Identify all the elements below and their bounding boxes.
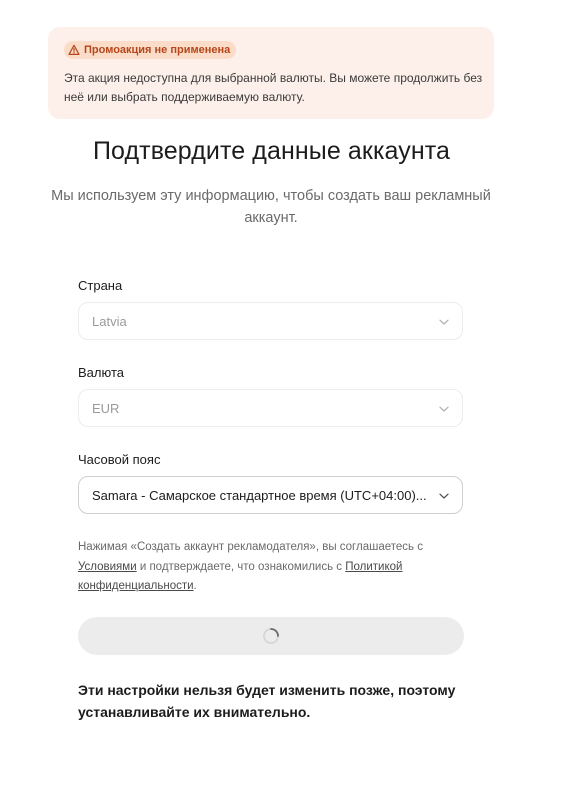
country-select[interactable]: Latvia [78, 302, 463, 340]
chevron-down-icon [439, 493, 449, 499]
page-subtitle: Мы используем эту информацию, чтобы созд… [51, 188, 491, 226]
promo-badge-label: Промоакция не применена [84, 44, 231, 56]
timezone-value: Samara - Самарское стандартное время (UT… [92, 487, 426, 503]
legal-prefix: Нажимая «Создать аккаунт рекламодателя»,… [78, 541, 423, 553]
legal-suffix: . [193, 580, 197, 592]
country-value: Latvia [92, 313, 127, 329]
terms-link[interactable]: Условиями [78, 561, 137, 573]
create-account-button[interactable] [78, 617, 464, 655]
settings-warning: Эти настройки нельзя будет изменить позж… [78, 682, 456, 720]
promo-alert: Промоакция не применена Эта акция недост… [48, 27, 494, 119]
legal-notice: Нажимая «Создать аккаунт рекламодателя»,… [78, 538, 468, 597]
promo-status-badge: Промоакция не применена [64, 41, 237, 59]
currency-value: EUR [92, 400, 120, 416]
country-label: Страна [78, 278, 123, 293]
legal-middle: и подтверждаете, что ознакомились с [139, 560, 343, 573]
chevron-down-icon [439, 319, 449, 325]
warning-triangle-icon [68, 44, 80, 55]
chevron-down-icon [439, 406, 449, 412]
page-title: Подтвердите данные аккаунта [92, 137, 451, 165]
spinner-icon [263, 628, 279, 644]
promo-description: Эта акция недоступна для выбранной валют… [64, 71, 483, 104]
currency-select[interactable]: EUR [78, 389, 463, 427]
currency-label: Валюта [78, 365, 124, 380]
timezone-label: Часовой пояс [78, 452, 161, 467]
timezone-select[interactable]: Samara - Самарское стандартное время (UT… [78, 476, 463, 514]
